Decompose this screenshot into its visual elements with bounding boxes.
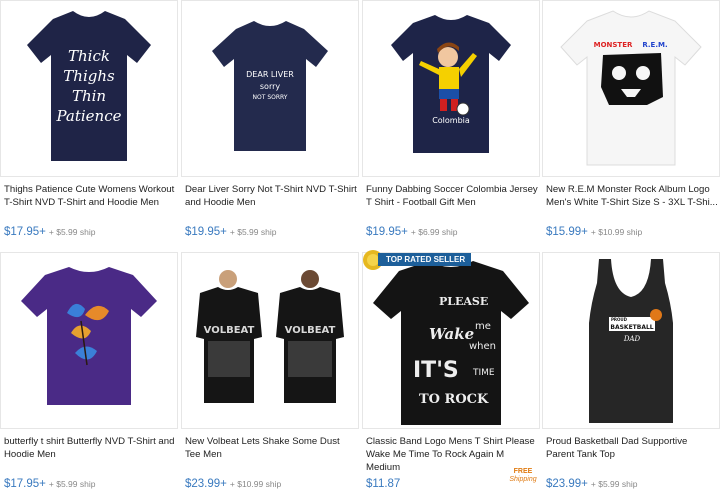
product-title[interactable]: New Volbeat Lets Shake Some Dust Tee Men	[185, 435, 357, 475]
shirt-text: MONSTER	[594, 41, 633, 49]
product-card[interactable]: TOP RATED SELLER PLEASE Wake me when IT'…	[362, 250, 540, 498]
shirt-text: TIME	[472, 368, 495, 378]
product-image[interactable]	[0, 252, 178, 429]
shirt-text: when	[469, 341, 496, 352]
shirt-text: Patience	[55, 107, 121, 125]
product-price: $23.99+	[185, 478, 227, 490]
product-image[interactable]: PROUD BASKETBALL DAD	[542, 252, 720, 429]
shirt-text: DAD	[623, 335, 641, 343]
shipping-cost: + $10.99 ship	[590, 227, 643, 237]
product-card[interactable]: MONSTER R.E.M. New R.E.M Monster Rock Al…	[542, 0, 720, 246]
product-card[interactable]: VOLBEAT VOLBEAT New Volbeat Lets Shake S…	[181, 252, 359, 498]
product-title[interactable]: Funny Dabbing Soccer Colombia Jersey T S…	[366, 183, 538, 223]
product-price: $23.99+	[546, 478, 588, 490]
price-row: $15.99+ + $10.99 ship	[546, 222, 642, 240]
shirt-text: VOLBEAT	[285, 325, 336, 336]
product-price: $17.95+	[4, 478, 46, 490]
shirt-text: R.E.M.	[642, 41, 667, 49]
product-card[interactable]: PROUD BASKETBALL DAD Proud Basketball Da…	[542, 252, 720, 498]
shirt-text: TO ROCK	[419, 392, 489, 407]
shirt-text: VOLBEAT	[204, 325, 255, 336]
price-row: $11.87	[366, 474, 400, 492]
shirt-text: Thin	[72, 87, 106, 105]
product-image[interactable]: Thick Thighs Thin Patience	[0, 0, 178, 177]
product-image[interactable]: Colombia	[362, 0, 540, 177]
product-card[interactable]: butterfly t shirt Butterfly NVD T-Shirt …	[0, 252, 178, 498]
price-row: $23.99+ + $5.99 ship	[546, 474, 637, 492]
price-row: $19.95+ + $6.99 ship	[366, 222, 457, 240]
shirt-text: Thighs	[63, 67, 115, 85]
product-image[interactable]: MONSTER R.E.M.	[542, 0, 720, 177]
shirt-text: IT'S	[413, 358, 459, 383]
product-price: $17.95+	[4, 226, 46, 238]
product-price: $15.99+	[546, 226, 588, 238]
product-image[interactable]: PLEASE Wake me when IT'S TIME TO ROCK	[362, 252, 540, 429]
product-card[interactable]: Colombia Funny Dabbing Soccer Colombia J…	[362, 0, 540, 246]
product-title[interactable]: Thighs Patience Cute Womens Workout T-Sh…	[4, 183, 176, 223]
shirt-text: BASKETBALL	[610, 324, 653, 331]
shirt-text: NOT SORRY	[253, 94, 288, 101]
product-card[interactable]: Thick Thighs Thin Patience Thighs Patien…	[0, 0, 178, 246]
price-row: $23.99+ + $10.99 ship	[185, 474, 281, 492]
shipping-cost: + $5.99 ship	[229, 227, 277, 237]
shipping-cost: + $5.99 ship	[48, 227, 96, 237]
product-price: $11.87	[366, 478, 401, 490]
product-price: $19.95+	[185, 226, 227, 238]
product-card[interactable]: DEAR LIVER sorry NOT SORRY Dear Liver So…	[181, 0, 359, 246]
product-image[interactable]: VOLBEAT VOLBEAT	[181, 252, 359, 429]
shirt-text: Thick	[68, 47, 110, 65]
free-shipping-label: FREE Shipping	[508, 468, 538, 484]
product-price: $19.95+	[366, 226, 408, 238]
shipping-label: Shipping	[509, 476, 537, 483]
shirt-text: DEAR LIVER	[246, 70, 294, 79]
price-row: $17.95+ + $5.99 ship	[4, 474, 95, 492]
free-label: FREE	[513, 468, 533, 475]
price-row: $19.95+ + $5.99 ship	[185, 222, 276, 240]
shipping-cost: + $5.99 ship	[590, 479, 638, 489]
shirt-text: Wake	[429, 325, 474, 343]
product-title[interactable]: Dear Liver Sorry Not T-Shirt NVD T-Shirt…	[185, 183, 357, 223]
shirt-text: sorry	[260, 82, 281, 91]
shipping-cost: + $5.99 ship	[48, 479, 96, 489]
product-title[interactable]: Proud Basketball Dad Supportive Parent T…	[546, 435, 718, 475]
product-image[interactable]: DEAR LIVER sorry NOT SORRY	[181, 0, 359, 177]
shipping-cost: + $6.99 ship	[410, 227, 458, 237]
shipping-cost: + $10.99 ship	[229, 479, 282, 489]
shirt-text: Colombia	[432, 116, 470, 125]
product-title[interactable]: butterfly t shirt Butterfly NVD T-Shirt …	[4, 435, 176, 475]
badge-label: TOP RATED SELLER	[378, 253, 472, 266]
shirt-text: PLEASE	[439, 295, 488, 308]
price-row: $17.95+ + $5.99 ship	[4, 222, 95, 240]
shirt-text: PROUD	[611, 317, 628, 322]
shirt-text: me	[475, 321, 491, 332]
product-title[interactable]: New R.E.M Monster Rock Album Logo Men's …	[546, 183, 718, 223]
